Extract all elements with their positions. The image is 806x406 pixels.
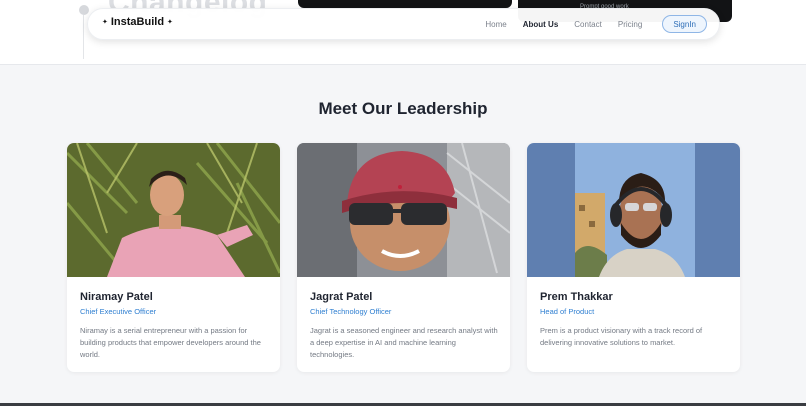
- member-bio: Jagrat is a seasoned engineer and resear…: [310, 326, 498, 359]
- timeline-dot: [79, 5, 89, 15]
- card-body: Niramay Patel Chief Executive Officer Ni…: [80, 291, 270, 361]
- sparkle-icon: ✦: [102, 19, 108, 26]
- member-name: Jagrat Patel: [310, 291, 373, 303]
- member-bio: Niramay is a serial entrepreneur with a …: [80, 326, 261, 359]
- signin-button[interactable]: SignIn: [662, 15, 707, 33]
- profile-photo-image: [67, 143, 280, 277]
- profile-photo-jagrat: [297, 143, 510, 277]
- card-body: Prem Thakkar Head of Product Prem is a p…: [540, 291, 730, 349]
- card-body: Jagrat Patel Chief Technology Officer Ja…: [310, 291, 500, 361]
- member-role: Chief Technology Officer: [310, 307, 392, 316]
- member-name: Prem Thakkar: [540, 291, 613, 303]
- profile-photo-prem: [527, 143, 740, 277]
- profile-photo-image: [297, 143, 510, 277]
- nav-link-about-us[interactable]: About Us: [523, 20, 559, 29]
- team-card-jagrat: Jagrat Patel Chief Technology Officer Ja…: [297, 143, 510, 372]
- logo[interactable]: ✦ InstaBuild ✦: [102, 16, 173, 28]
- profile-photo-niramay: [67, 143, 280, 277]
- navbar: ✦ InstaBuild ✦ Home About Us Contact Pri…: [87, 8, 720, 40]
- member-name: Niramay Patel: [80, 291, 153, 303]
- member-bio: Prem is a product visionary with a track…: [540, 326, 703, 347]
- profile-photo-image: [527, 143, 740, 277]
- timeline-line: [83, 15, 84, 59]
- section-title: Meet Our Leadership: [318, 99, 488, 118]
- logo-text: InstaBuild: [110, 16, 165, 28]
- team-card-prem: Prem Thakkar Head of Product Prem is a p…: [527, 143, 740, 372]
- nav-link-pricing[interactable]: Pricing: [618, 20, 642, 29]
- nav-link-home[interactable]: Home: [485, 20, 506, 29]
- background-dark-card: [298, 0, 512, 8]
- member-role: Head of Product: [540, 307, 595, 316]
- team-card-niramay: Niramay Patel Chief Executive Officer Ni…: [67, 143, 280, 372]
- member-role: Chief Executive Officer: [80, 307, 157, 316]
- nav-links: Home About Us Contact Pricing SignIn: [469, 9, 707, 39]
- sparkle-icon: ✦: [167, 19, 173, 26]
- nav-link-contact[interactable]: Contact: [574, 20, 602, 29]
